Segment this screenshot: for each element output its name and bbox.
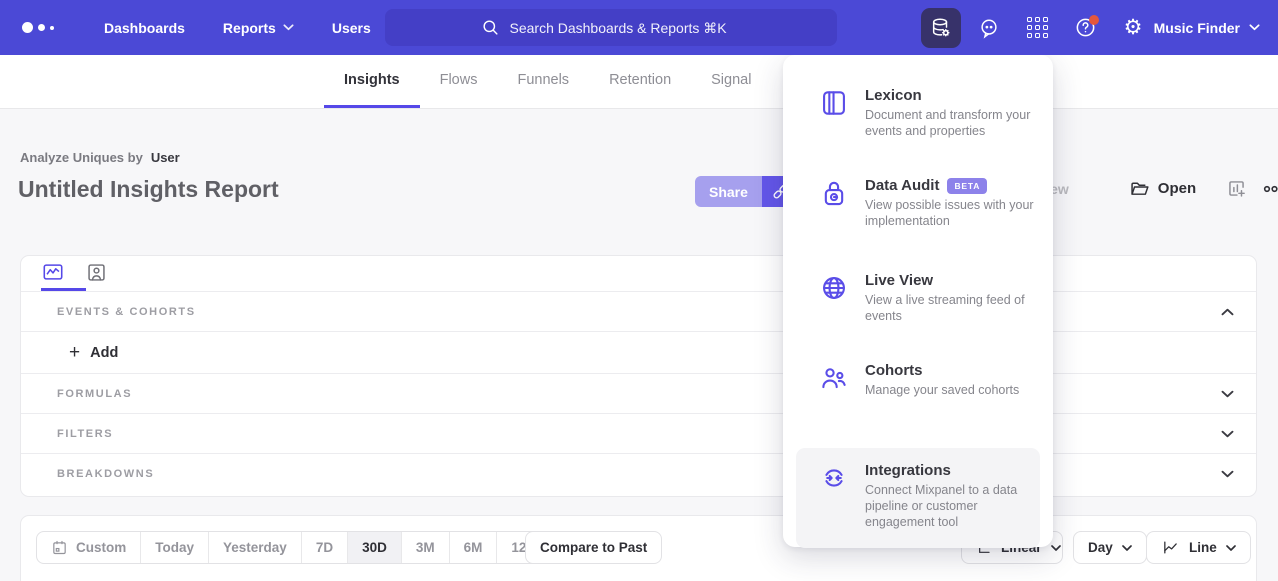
folder-icon xyxy=(1129,178,1150,199)
breadcrumb: Analyze Uniques byUser xyxy=(20,150,180,165)
report-tabbar: Insights Flows Funnels Retention Signal … xyxy=(0,55,1278,109)
nav-item-reports[interactable]: Reports xyxy=(223,20,294,36)
messages-button[interactable] xyxy=(969,8,1009,48)
app-screen: Dashboards Reports Users xyxy=(0,0,1278,581)
search-input[interactable] xyxy=(510,20,742,36)
tab-events-chart[interactable] xyxy=(41,256,86,291)
chevron-down-icon xyxy=(1122,545,1132,551)
nav-item-dashboards[interactable]: Dashboards xyxy=(104,20,185,36)
workspace-name: Music Finder xyxy=(1154,20,1240,36)
section-breakdowns[interactable]: BREAKDOWNS xyxy=(21,454,1256,494)
plus-icon: + xyxy=(69,343,80,362)
range-custom[interactable]: Custom xyxy=(37,532,141,563)
menu-item-integrations[interactable]: Integrations Connect Mixpanel to a data … xyxy=(796,448,1040,548)
chart-type-dropdown[interactable]: Line xyxy=(1146,531,1251,564)
more-options-button[interactable] xyxy=(1263,185,1278,193)
share-button[interactable]: Share xyxy=(695,176,762,207)
section-label: FORMULAS xyxy=(57,388,132,400)
workspace-switcher[interactable]: Music Finder xyxy=(1154,0,1260,55)
global-search[interactable] xyxy=(385,9,837,46)
cohorts-people-icon xyxy=(820,364,848,392)
section-formulas[interactable]: FORMULAS xyxy=(21,374,1256,414)
chevron-down-icon[interactable] xyxy=(1221,430,1234,438)
add-to-dashboard-button[interactable] xyxy=(1226,178,1247,199)
more-dots-icon xyxy=(1263,185,1278,193)
calendar-icon xyxy=(51,539,68,556)
message-bubble-icon xyxy=(978,17,1000,39)
apps-grid-icon xyxy=(1027,17,1048,38)
database-gear-icon xyxy=(930,17,952,39)
lexicon-book-icon xyxy=(820,89,848,117)
gear-icon: ⚙ xyxy=(1124,17,1143,38)
range-3m[interactable]: 3M xyxy=(402,532,450,563)
section-label: EVENTS & COHORTS xyxy=(57,306,196,318)
chevron-down-icon xyxy=(1051,545,1061,551)
range-yesterday[interactable]: Yesterday xyxy=(209,532,302,563)
menu-item-lexicon[interactable]: Lexicon Document and transform your even… xyxy=(783,81,1053,171)
tab-retention[interactable]: Retention xyxy=(589,55,691,108)
tab-signal[interactable]: Signal xyxy=(691,55,771,108)
section-filters[interactable]: FILTERS xyxy=(21,414,1256,454)
section-label: FILTERS xyxy=(57,428,113,440)
section-label: BREAKDOWNS xyxy=(57,468,154,480)
section-events-cohorts[interactable]: EVENTS & COHORTS xyxy=(21,292,1256,332)
interval-dropdown[interactable]: Day xyxy=(1073,531,1147,564)
date-range-segmented-control: Custom Today Yesterday 7D 30D 3M 6M 12M xyxy=(36,531,553,564)
chevron-down-icon xyxy=(283,24,294,31)
chart-toolbar-card: Custom Today Yesterday 7D 30D 3M 6M 12M … xyxy=(20,515,1257,581)
range-today[interactable]: Today xyxy=(141,532,209,563)
range-6m[interactable]: 6M xyxy=(450,532,498,563)
add-event-button[interactable]: + Add xyxy=(69,343,118,362)
chevron-down-icon xyxy=(1249,24,1260,31)
header-actions: New Open xyxy=(1040,178,1278,199)
mixpanel-logo-icon[interactable] xyxy=(22,22,66,33)
tab-user-profiles[interactable] xyxy=(86,256,131,291)
menu-item-cohorts[interactable]: Cohorts Manage your saved cohorts xyxy=(783,356,1053,448)
chevron-down-icon[interactable] xyxy=(1221,390,1234,398)
breadcrumb-value[interactable]: User xyxy=(151,150,180,165)
page-title[interactable]: Untitled Insights Report xyxy=(18,176,279,203)
compare-to-past-button[interactable]: Compare to Past xyxy=(525,531,662,564)
chevron-down-icon xyxy=(1226,545,1236,551)
help-button[interactable] xyxy=(1065,8,1105,48)
line-chart-tab-icon xyxy=(41,261,65,283)
data-management-dropdown: Lexicon Document and transform your even… xyxy=(783,55,1053,547)
top-navigation: Dashboards Reports Users xyxy=(0,0,1278,55)
settings-button[interactable]: ⚙ xyxy=(1113,8,1153,48)
apps-button[interactable] xyxy=(1017,8,1057,48)
open-report-button[interactable]: Open xyxy=(1129,178,1196,199)
search-icon xyxy=(481,18,500,37)
range-30d[interactable]: 30D xyxy=(348,532,402,563)
tab-flows[interactable]: Flows xyxy=(420,55,498,108)
live-view-globe-icon xyxy=(820,274,848,302)
chart-add-icon xyxy=(1226,178,1247,199)
nav-icon-group: ⚙ xyxy=(921,0,1153,55)
chevron-up-icon[interactable] xyxy=(1221,308,1234,316)
range-7d[interactable]: 7D xyxy=(302,532,348,563)
data-management-button[interactable] xyxy=(921,8,961,48)
person-tab-icon xyxy=(86,262,107,283)
data-audit-lock-icon xyxy=(820,179,848,207)
query-builder-card: EVENTS & COHORTS + Add FORMULAS FILTERS … xyxy=(20,255,1257,497)
menu-item-data-audit[interactable]: Data Audit BETA View possible issues wit… xyxy=(783,171,1053,266)
line-chart-icon xyxy=(1161,539,1180,556)
events-cohorts-body: + Add xyxy=(21,332,1256,374)
chevron-down-icon[interactable] xyxy=(1221,470,1234,478)
nav-item-users[interactable]: Users xyxy=(332,20,371,36)
tab-funnels[interactable]: Funnels xyxy=(497,55,589,108)
notification-dot xyxy=(1089,15,1099,25)
tab-insights[interactable]: Insights xyxy=(324,55,420,108)
menu-item-live-view[interactable]: Live View View a live streaming feed of … xyxy=(783,266,1053,356)
beta-badge: BETA xyxy=(947,178,987,194)
builder-mode-tabs xyxy=(21,256,1256,292)
integrations-sync-icon xyxy=(820,464,848,492)
